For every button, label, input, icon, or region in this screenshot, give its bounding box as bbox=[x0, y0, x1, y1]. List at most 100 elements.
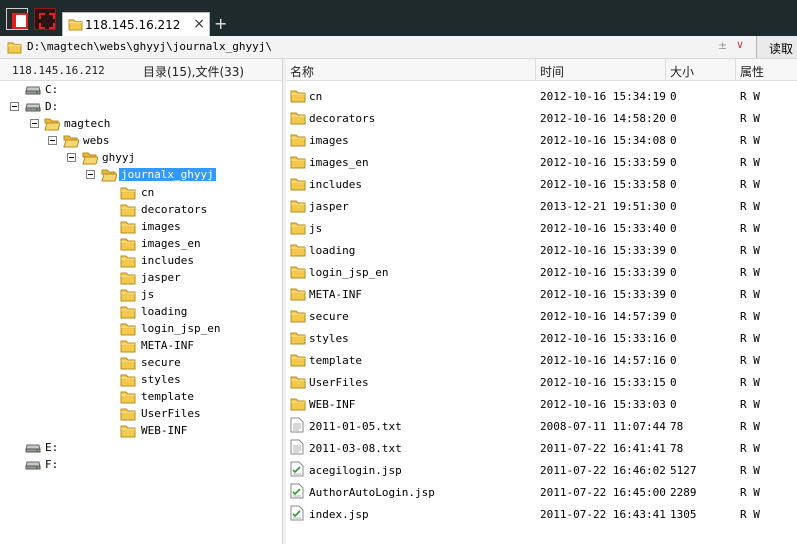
file-time: 2012-10-16 15:33:39 bbox=[540, 288, 666, 301]
column-header: 名称 时间 大小 属性 bbox=[286, 59, 797, 81]
read-button[interactable]: 读取 bbox=[756, 36, 797, 58]
title-bar: 118.145.16.212 × + bbox=[0, 0, 797, 36]
jsp-file-icon bbox=[290, 505, 304, 521]
file-row[interactable]: index.jsp 2011-07-22 16:43:41 1305 R W bbox=[286, 502, 797, 524]
file-row[interactable]: images_en 2012-10-16 15:33:59 0 R W bbox=[286, 150, 797, 172]
tree-folder-item[interactable]: js bbox=[0, 287, 240, 303]
file-attr: R W bbox=[740, 332, 760, 345]
file-row[interactable]: UserFiles 2012-10-16 15:33:15 0 R W bbox=[286, 370, 797, 392]
file-row[interactable]: decorators 2012-10-16 14:58:20 0 R W bbox=[286, 106, 797, 128]
tree-folder-journalx-ghyyj[interactable]: journalx_ghyyj bbox=[0, 167, 240, 183]
file-name: js bbox=[309, 222, 323, 235]
folder-icon bbox=[290, 177, 306, 191]
folder-open-icon bbox=[82, 151, 98, 165]
tree-folder-item[interactable]: images bbox=[0, 219, 240, 235]
file-attr: R W bbox=[740, 112, 760, 125]
tree-label: images bbox=[141, 220, 181, 233]
tree-folder-item[interactable]: includes bbox=[0, 253, 240, 269]
tree-drive-f[interactable]: F: bbox=[0, 457, 120, 473]
tree-folder-webs[interactable]: webs bbox=[0, 133, 150, 149]
folder-icon bbox=[290, 331, 306, 345]
file-row[interactable]: js 2012-10-16 15:33:40 0 R W bbox=[286, 216, 797, 238]
tree-folder-item[interactable]: login_jsp_en bbox=[0, 321, 240, 337]
tree-drive-e[interactable]: E: bbox=[0, 440, 120, 456]
file-size: 0 bbox=[670, 200, 677, 213]
folder-icon bbox=[120, 271, 136, 285]
tree-drive-d[interactable]: D: bbox=[0, 99, 120, 115]
scroll-arrows-icon[interactable]: ± bbox=[718, 39, 727, 52]
file-size: 0 bbox=[670, 310, 677, 323]
tree-folder-item[interactable]: styles bbox=[0, 372, 240, 388]
collapse-toggle-icon[interactable] bbox=[86, 170, 95, 179]
folder-icon bbox=[68, 18, 83, 31]
tree-folder-item[interactable]: jasper bbox=[0, 270, 240, 286]
tree-label: images_en bbox=[141, 237, 201, 250]
tab-host[interactable]: 118.145.16.212 × bbox=[62, 12, 210, 36]
file-row[interactable]: 2011-01-05.txt 2008-07-11 11:07:44 78 R W bbox=[286, 414, 797, 436]
file-row[interactable]: WEB-INF 2012-10-16 15:33:03 0 R W bbox=[286, 392, 797, 414]
tree-folder-item[interactable]: secure bbox=[0, 355, 240, 371]
file-attr: R W bbox=[740, 200, 760, 213]
tree-folder-ghyyj[interactable]: ghyyj bbox=[0, 150, 160, 166]
file-name: jasper bbox=[309, 200, 349, 213]
chevron-down-icon[interactable]: ∨ bbox=[736, 38, 744, 51]
folder-icon bbox=[120, 356, 136, 370]
tree-folder-item[interactable]: cn bbox=[0, 185, 240, 201]
tree-folder-item[interactable]: images_en bbox=[0, 236, 240, 252]
file-time: 2011-07-22 16:43:41 bbox=[540, 508, 666, 521]
file-row[interactable]: jasper 2013-12-21 19:51:30 0 R W bbox=[286, 194, 797, 216]
file-size: 0 bbox=[670, 112, 677, 125]
tree-label: jasper bbox=[141, 271, 181, 284]
tree-label: includes bbox=[141, 254, 194, 267]
tree-folder-item[interactable]: decorators bbox=[0, 202, 240, 218]
file-row[interactable]: META-INF 2012-10-16 15:33:39 0 R W bbox=[286, 282, 797, 304]
file-row[interactable]: template 2012-10-16 14:57:16 0 R W bbox=[286, 348, 797, 370]
folder-icon bbox=[120, 237, 136, 251]
tree-drive-c[interactable]: C: bbox=[0, 82, 120, 98]
file-size: 78 bbox=[670, 420, 684, 433]
file-row[interactable]: includes 2012-10-16 15:33:58 0 R W bbox=[286, 172, 797, 194]
file-row[interactable]: styles 2012-10-16 15:33:16 0 R W bbox=[286, 326, 797, 348]
collapse-toggle-icon[interactable] bbox=[30, 119, 39, 128]
file-row[interactable]: login_jsp_en 2012-10-16 15:33:39 0 R W bbox=[286, 260, 797, 282]
file-row[interactable]: 2011-03-08.txt 2011-07-22 16:41:41 78 R W bbox=[286, 436, 797, 458]
file-name: UserFiles bbox=[309, 376, 369, 389]
collapse-toggle-icon[interactable] bbox=[48, 136, 57, 145]
folder-icon bbox=[120, 254, 136, 268]
column-time[interactable]: 时间 bbox=[536, 59, 666, 81]
file-row[interactable]: secure 2012-10-16 14:57:39 0 R W bbox=[286, 304, 797, 326]
file-row[interactable]: cn 2012-10-16 15:34:19 0 R W bbox=[286, 84, 797, 106]
file-name: secure bbox=[309, 310, 349, 323]
file-time: 2012-10-16 15:33:59 bbox=[540, 156, 666, 169]
new-tab-icon[interactable]: + bbox=[214, 14, 227, 33]
file-row[interactable]: AuthorAutoLogin.jsp 2011-07-22 16:45:00 22… bbox=[286, 480, 797, 502]
collapse-toggle-icon[interactable] bbox=[10, 102, 19, 111]
file-name: styles bbox=[309, 332, 349, 345]
column-name[interactable]: 名称 bbox=[286, 59, 536, 81]
file-size: 0 bbox=[670, 222, 677, 235]
column-size[interactable]: 大小 bbox=[666, 59, 736, 81]
collapse-toggle-icon[interactable] bbox=[67, 153, 76, 162]
close-tab-icon[interactable]: × bbox=[193, 16, 205, 32]
tree-folder-item[interactable]: META-INF bbox=[0, 338, 240, 354]
tree-label-selected: journalx_ghyyj bbox=[119, 168, 216, 181]
file-attr: R W bbox=[740, 288, 760, 301]
capture-icon[interactable] bbox=[34, 8, 56, 30]
file-name: images_en bbox=[309, 156, 369, 169]
path-input[interactable]: D:\magtech\webs\ghyyj\journalx_ghyyj\ bbox=[27, 40, 567, 53]
tree-folder-item[interactable]: UserFiles bbox=[0, 406, 240, 422]
tree-folder-item[interactable]: template bbox=[0, 389, 240, 405]
tree-label: META-INF bbox=[141, 339, 194, 352]
file-row[interactable]: loading 2012-10-16 15:33:39 0 R W bbox=[286, 238, 797, 260]
tree-folder-magtech[interactable]: magtech bbox=[0, 116, 150, 132]
folder-icon bbox=[290, 309, 306, 323]
file-row[interactable]: acegilogin.jsp 2011-07-22 16:46:02 5127 R W bbox=[286, 458, 797, 480]
file-name: decorators bbox=[309, 112, 376, 125]
app-menu-icon[interactable] bbox=[6, 8, 28, 30]
file-time: 2011-07-22 16:46:02 bbox=[540, 464, 666, 477]
column-attr[interactable]: 属性 bbox=[736, 59, 797, 81]
tree-folder-item[interactable]: WEB-INF bbox=[0, 423, 240, 439]
tree-folder-item[interactable]: loading bbox=[0, 304, 240, 320]
file-row[interactable]: images 2012-10-16 15:34:08 0 R W bbox=[286, 128, 797, 150]
folder-icon bbox=[120, 305, 136, 319]
